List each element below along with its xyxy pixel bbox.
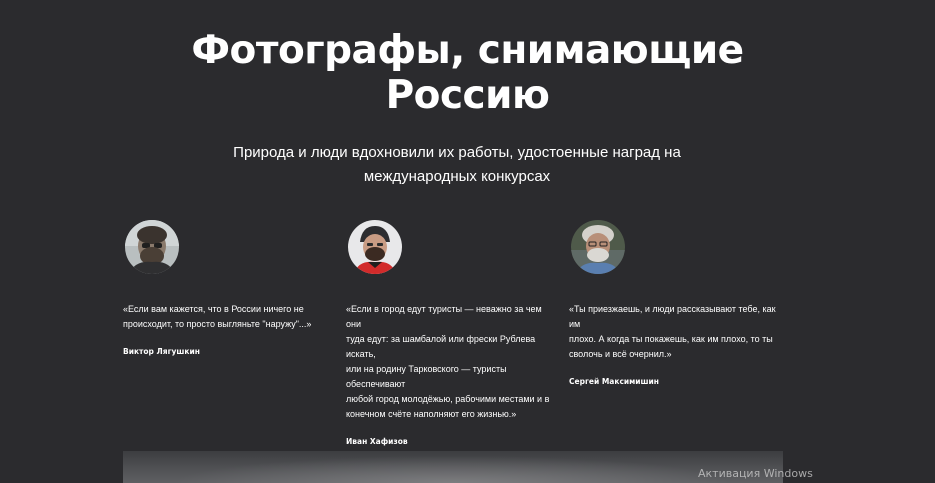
quote-line: «Если в город едут туристы — неважно за …	[346, 304, 542, 329]
quote-line: «Если вам кажется, что в России ничего н…	[123, 304, 304, 314]
quote-photographer-3: «Ты приезжаешь, и люди рассказывают тебе…	[569, 302, 784, 362]
featured-photo-light	[123, 451, 783, 483]
page-subtitle: Природа и люди вдохновили их работы, удо…	[217, 141, 697, 189]
quote-line: «Ты приезжаешь, и люди рассказывают тебе…	[569, 304, 776, 329]
featured-photo-preview	[123, 451, 783, 483]
page: Фотографы, снимающие Россию Природа и лю…	[0, 0, 935, 483]
quote-line: любой город молодёжью, рабочими местами …	[346, 394, 550, 404]
quote-line: конечном счёте наполняют его жизнью.»	[346, 409, 517, 419]
quote-line: или на родину Тарковского — туристы обес…	[346, 364, 507, 389]
photographer-card-1: «Если вам кажется, что в России ничего н…	[123, 220, 323, 358]
author-name-2: Иван Хафизов	[346, 437, 408, 446]
avatar-photographer-1	[125, 220, 179, 274]
avatar-photographer-3	[571, 220, 625, 274]
quote-photographer-1: «Если вам кажется, что в России ничего н…	[123, 302, 323, 332]
author-name-1: Виктор Лягушкин	[123, 347, 200, 356]
photographer-card-3: «Ты приезжаешь, и люди рассказывают тебе…	[569, 220, 784, 388]
avatar-photo-1	[125, 220, 179, 274]
avatar-photo-2	[348, 220, 402, 274]
author-name-3: Сергей Максимишин	[569, 377, 659, 386]
windows-activation-watermark: Активация Windows	[698, 467, 813, 480]
page-subtitle-line-1: Природа и люди вдохновили их работы, удо…	[233, 144, 681, 161]
avatar-photo-3	[571, 220, 625, 274]
quote-line: сволочь и всё очернил.»	[569, 349, 672, 359]
page-title-line-2: Россию	[385, 73, 550, 118]
quote-line: плохо. А когда ты покажешь, как им плохо…	[569, 334, 773, 344]
photographer-card-2: «Если в город едут туристы — неважно за …	[346, 220, 556, 448]
quote-line: происходит, то просто выгляньте "наружу"…	[123, 319, 312, 329]
quote-line: туда едут: за шамбалой или фрески Рублев…	[346, 334, 536, 359]
page-title: Фотографы, снимающие Россию	[0, 28, 935, 118]
page-subtitle-line-2: международных конкурсах	[363, 168, 551, 185]
avatar-photographer-2	[348, 220, 402, 274]
quote-photographer-2: «Если в город едут туристы — неважно за …	[346, 302, 556, 422]
page-title-line-1: Фотографы, снимающие	[191, 28, 744, 73]
